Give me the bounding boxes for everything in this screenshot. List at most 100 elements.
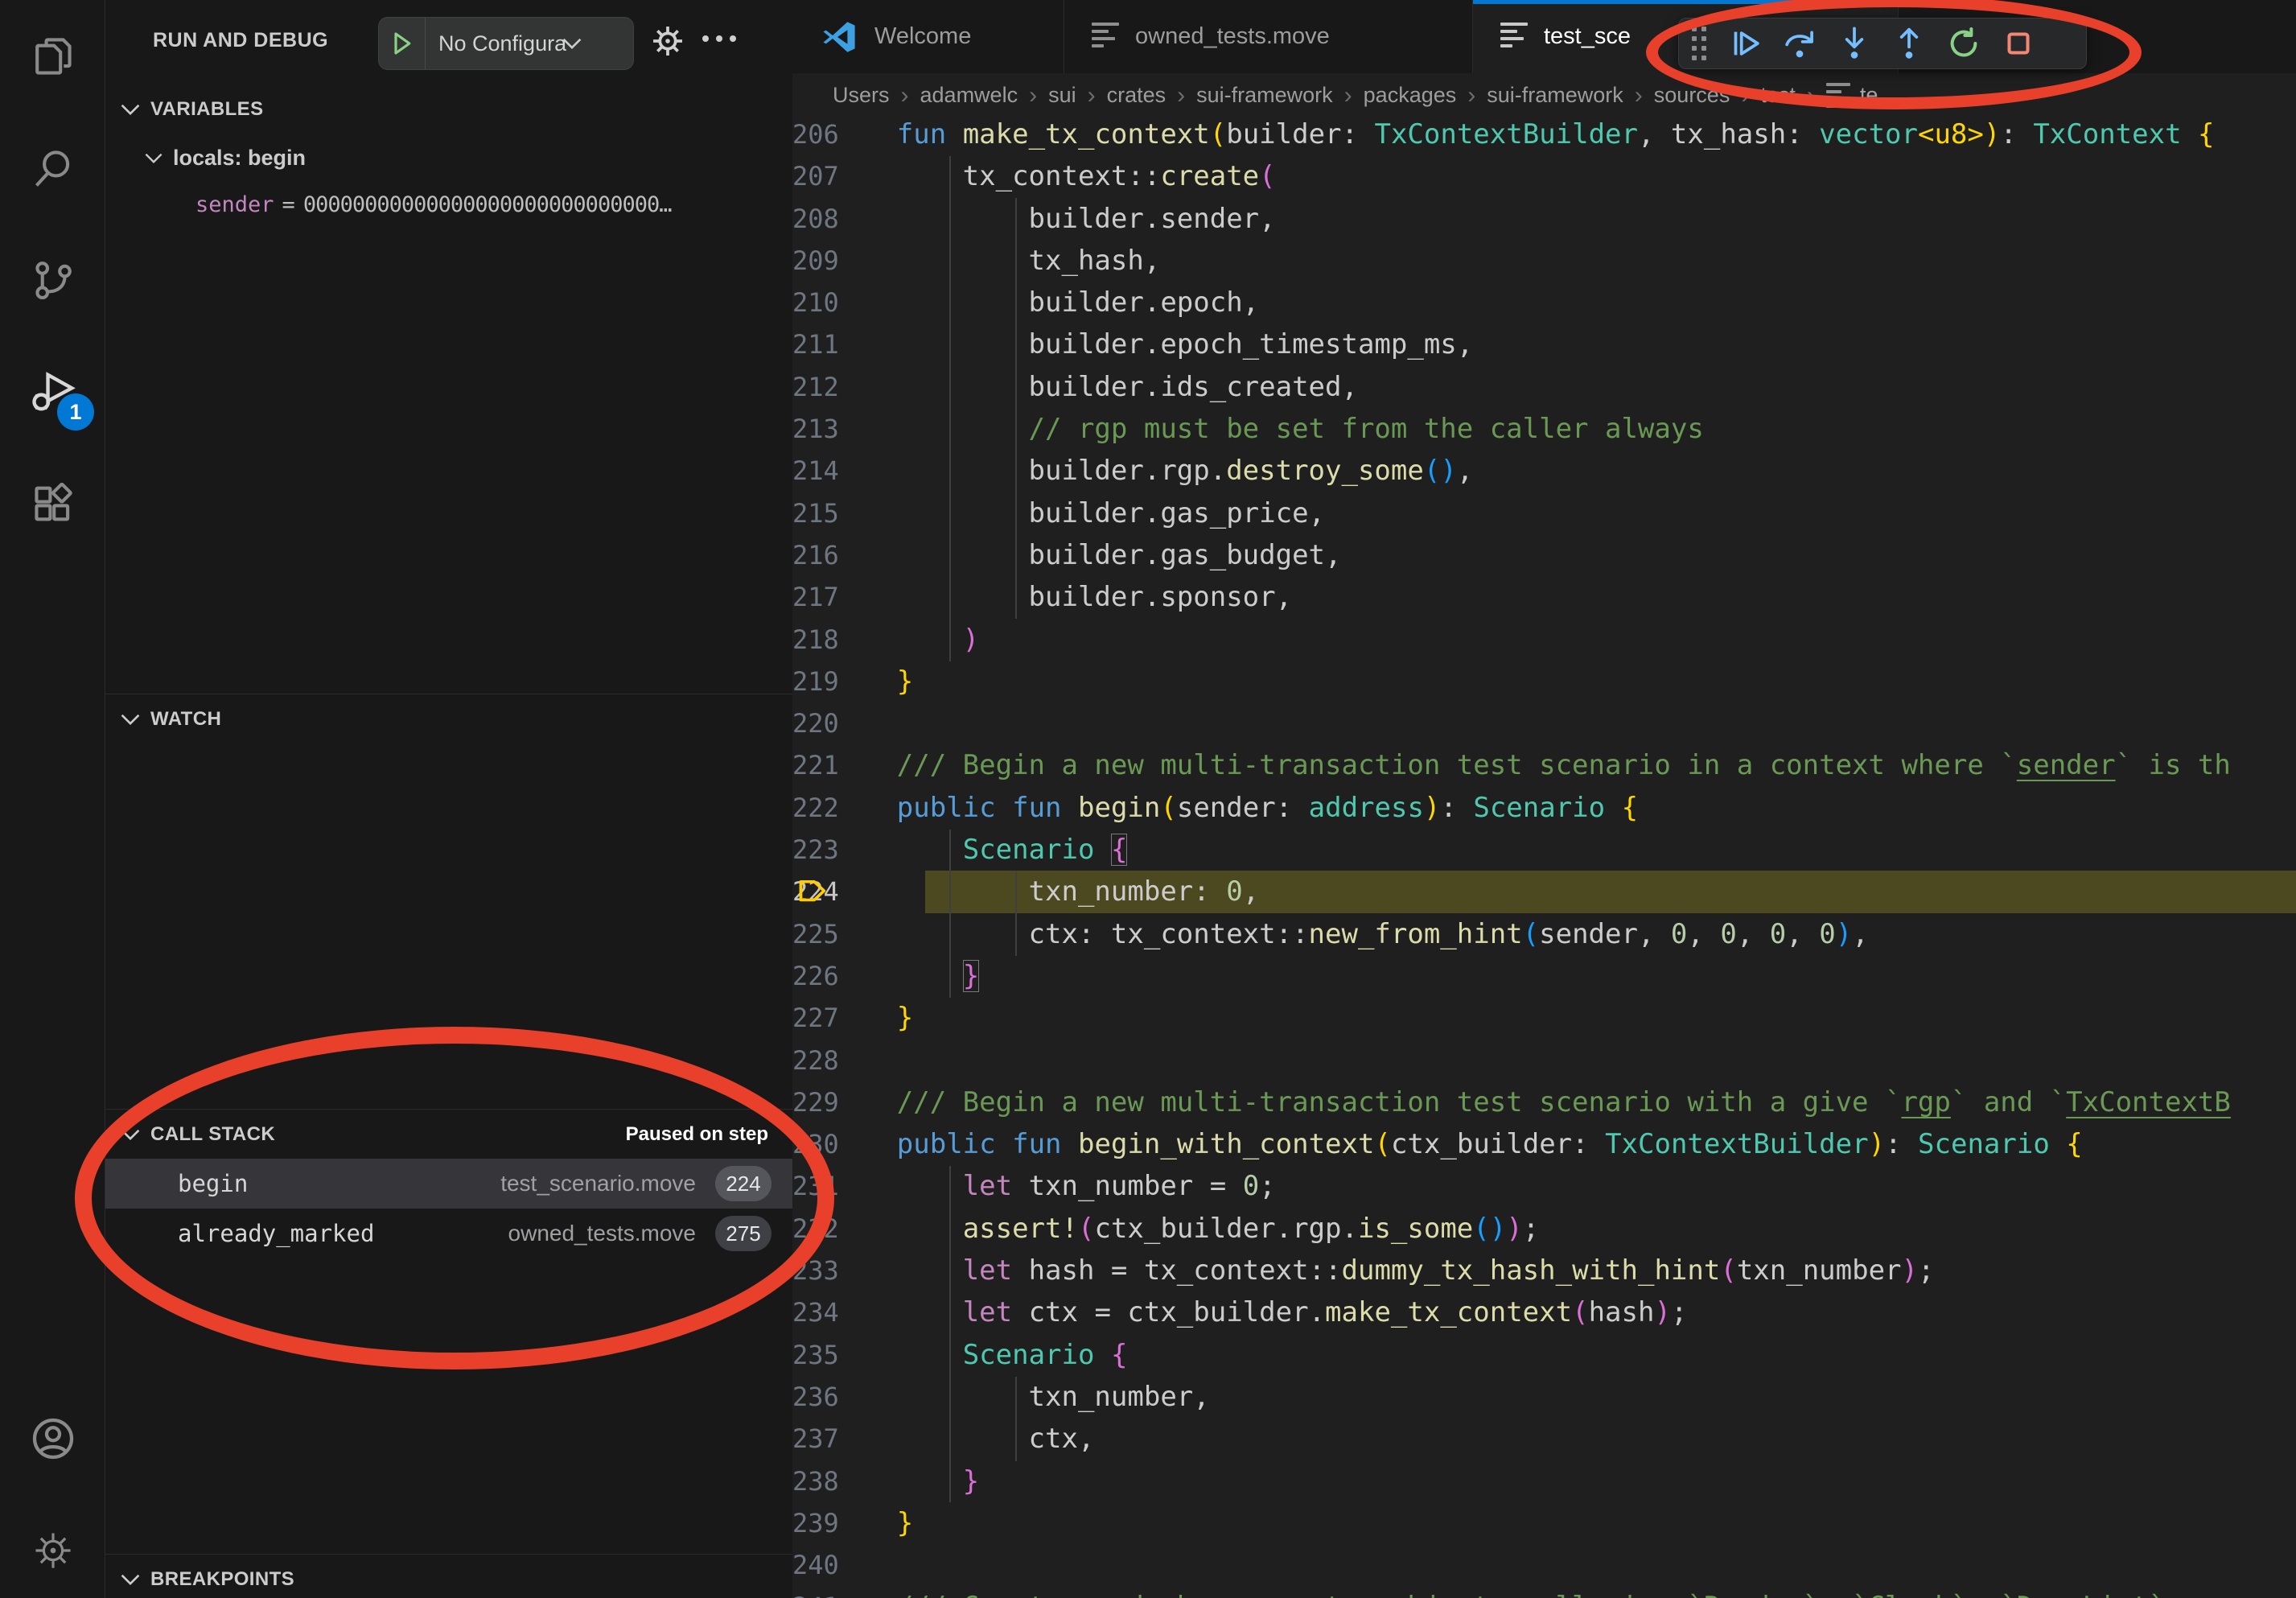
code-line-222[interactable]: 222public fun begin(sender: address): Sc…	[792, 787, 2296, 829]
explorer-icon[interactable]	[0, 8, 105, 105]
step-out-button[interactable]	[1882, 19, 1936, 68]
code-line-235[interactable]: 235 Scenario {	[792, 1334, 2296, 1376]
tab-welcome[interactable]: Welcome	[792, 0, 1064, 73]
breadcrumb-item[interactable]: sui	[1048, 83, 1076, 108]
code-line-210[interactable]: 210 builder.epoch,	[792, 282, 2296, 323]
code-line-231[interactable]: 231 let txn_number = 0;	[792, 1165, 2296, 1207]
code-line-217[interactable]: 217 builder.sponsor,	[792, 576, 2296, 618]
breadcrumb-item[interactable]: packages	[1364, 83, 1457, 108]
line-number[interactable]: 229	[792, 1081, 897, 1123]
line-number[interactable]: 226	[792, 955, 897, 997]
line-number[interactable]: 209	[792, 240, 897, 282]
code-line-226[interactable]: 226 }	[792, 955, 2296, 997]
line-number[interactable]: 217	[792, 576, 897, 618]
breadcrumb-item[interactable]: sources	[1654, 83, 1730, 108]
line-number[interactable]: 207	[792, 155, 897, 197]
start-debugging-icon[interactable]	[379, 18, 426, 69]
code-line-215[interactable]: 215 builder.gas_price,	[792, 492, 2296, 534]
line-number[interactable]: 222	[792, 787, 897, 829]
search-icon[interactable]	[0, 121, 105, 217]
line-number[interactable]: 235	[792, 1334, 897, 1376]
code-line-238[interactable]: 238 }	[792, 1460, 2296, 1502]
breadcrumb-item[interactable]: Users	[833, 83, 890, 108]
line-number[interactable]: 219	[792, 661, 897, 702]
code-line-230[interactable]: 230public fun begin_with_context(ctx_bui…	[792, 1123, 2296, 1165]
line-number[interactable]: 216	[792, 534, 897, 576]
line-number[interactable]: 233	[792, 1250, 897, 1291]
run-and-debug-icon[interactable]: 1	[0, 344, 105, 440]
code-line-228[interactable]: 228	[792, 1040, 2296, 1081]
code-line-241[interactable]: 241/// Creates and shares system objects…	[792, 1586, 2296, 1598]
line-number[interactable]: 239	[792, 1502, 897, 1544]
line-number[interactable]: 210	[792, 282, 897, 323]
code-editor[interactable]: 206fun make_tx_context(builder: TxContex…	[792, 113, 2296, 1598]
code-line-207[interactable]: 207 tx_context::create(	[792, 155, 2296, 197]
extensions-icon[interactable]	[0, 455, 105, 552]
settings-gear-icon[interactable]	[0, 1502, 105, 1598]
code-line-240[interactable]: 240	[792, 1544, 2296, 1586]
breadcrumb-item[interactable]: test	[1760, 83, 1796, 108]
breadcrumb-item[interactable]: adamwelc	[920, 83, 1018, 108]
code-line-234[interactable]: 234 let ctx = ctx_builder.make_tx_contex…	[792, 1291, 2296, 1333]
line-number[interactable]: 214	[792, 450, 897, 492]
code-line-227[interactable]: 227}	[792, 997, 2296, 1039]
code-line-219[interactable]: 219}	[792, 661, 2296, 702]
toolbar-drag-handle-icon[interactable]	[1692, 27, 1706, 60]
tab-owned-tests[interactable]: owned_tests.move	[1064, 0, 1473, 73]
line-number[interactable]: 221	[792, 744, 897, 786]
code-line-236[interactable]: 236 txn_number,	[792, 1376, 2296, 1418]
line-number[interactable]: 228	[792, 1040, 897, 1081]
line-number[interactable]: 231	[792, 1165, 897, 1207]
code-line-208[interactable]: 208 builder.sender,	[792, 198, 2296, 240]
line-number[interactable]: 236	[792, 1376, 897, 1418]
code-line-218[interactable]: 218 )	[792, 619, 2296, 661]
line-number[interactable]: 212	[792, 366, 897, 408]
line-number[interactable]: 211	[792, 323, 897, 365]
breadcrumb-item[interactable]: sui-framework	[1487, 83, 1623, 108]
line-number[interactable]: 215	[792, 492, 897, 534]
line-number[interactable]: 241	[792, 1586, 897, 1598]
code-line-216[interactable]: 216 builder.gas_budget,	[792, 534, 2296, 576]
code-line-224[interactable]: 224 txn_number: 0,	[792, 871, 2296, 912]
source-control-icon[interactable]	[0, 232, 105, 328]
code-line-220[interactable]: 220	[792, 702, 2296, 744]
debug-settings-gear-icon[interactable]	[648, 21, 688, 61]
call-stack-frame-begin[interactable]: begin test_scenario.move 224	[105, 1159, 792, 1209]
line-number[interactable]: 208	[792, 198, 897, 240]
watch-section-header[interactable]: WATCH	[105, 697, 792, 742]
line-number[interactable]: 218	[792, 619, 897, 661]
continue-button[interactable]	[1718, 19, 1772, 68]
code-line-213[interactable]: 213 // rgp must be set from the caller a…	[792, 408, 2296, 450]
variables-section-header[interactable]: VARIABLES	[105, 87, 792, 132]
line-number[interactable]: 238	[792, 1460, 897, 1502]
step-over-button[interactable]	[1772, 19, 1827, 68]
breadcrumb-item[interactable]: sui-framework	[1196, 83, 1333, 108]
line-number[interactable]: 223	[792, 829, 897, 871]
launch-configuration-dropdown[interactable]: No Configura	[378, 17, 634, 70]
breadcrumb-file[interactable]: te	[1826, 80, 1878, 112]
line-number[interactable]: 232	[792, 1208, 897, 1250]
line-number[interactable]: 213	[792, 408, 897, 450]
line-number[interactable]: 230	[792, 1123, 897, 1165]
more-actions-icon[interactable]	[702, 35, 736, 42]
code-line-239[interactable]: 239}	[792, 1502, 2296, 1544]
call-stack-frame-already-marked[interactable]: already_marked owned_tests.move 275	[105, 1209, 792, 1258]
line-number[interactable]: 206	[792, 113, 897, 155]
breadcrumb-item[interactable]: crates	[1107, 83, 1167, 108]
variables-scope-row[interactable]: locals: begin	[105, 135, 792, 180]
breakpoints-section-header[interactable]: BREAKPOINTS	[105, 1557, 792, 1598]
code-line-232[interactable]: 232 assert!(ctx_builder.rgp.is_some());	[792, 1208, 2296, 1250]
code-line-229[interactable]: 229/// Begin a new multi-transaction tes…	[792, 1081, 2296, 1123]
account-icon[interactable]	[0, 1390, 105, 1487]
code-line-225[interactable]: 225 ctx: tx_context::new_from_hint(sende…	[792, 913, 2296, 955]
code-line-214[interactable]: 214 builder.rgp.destroy_some(),	[792, 450, 2296, 492]
code-line-237[interactable]: 237 ctx,	[792, 1418, 2296, 1460]
code-line-223[interactable]: 223 Scenario {	[792, 829, 2296, 871]
restart-button[interactable]	[1936, 19, 1991, 68]
stop-button[interactable]	[1991, 19, 2046, 68]
variable-row-sender[interactable]: sender = 00000000000000000000000000000…	[105, 182, 792, 227]
line-number[interactable]: 237	[792, 1418, 897, 1460]
line-number[interactable]: 240	[792, 1544, 897, 1586]
code-line-221[interactable]: 221/// Begin a new multi-transaction tes…	[792, 744, 2296, 786]
line-number[interactable]: 220	[792, 702, 897, 744]
